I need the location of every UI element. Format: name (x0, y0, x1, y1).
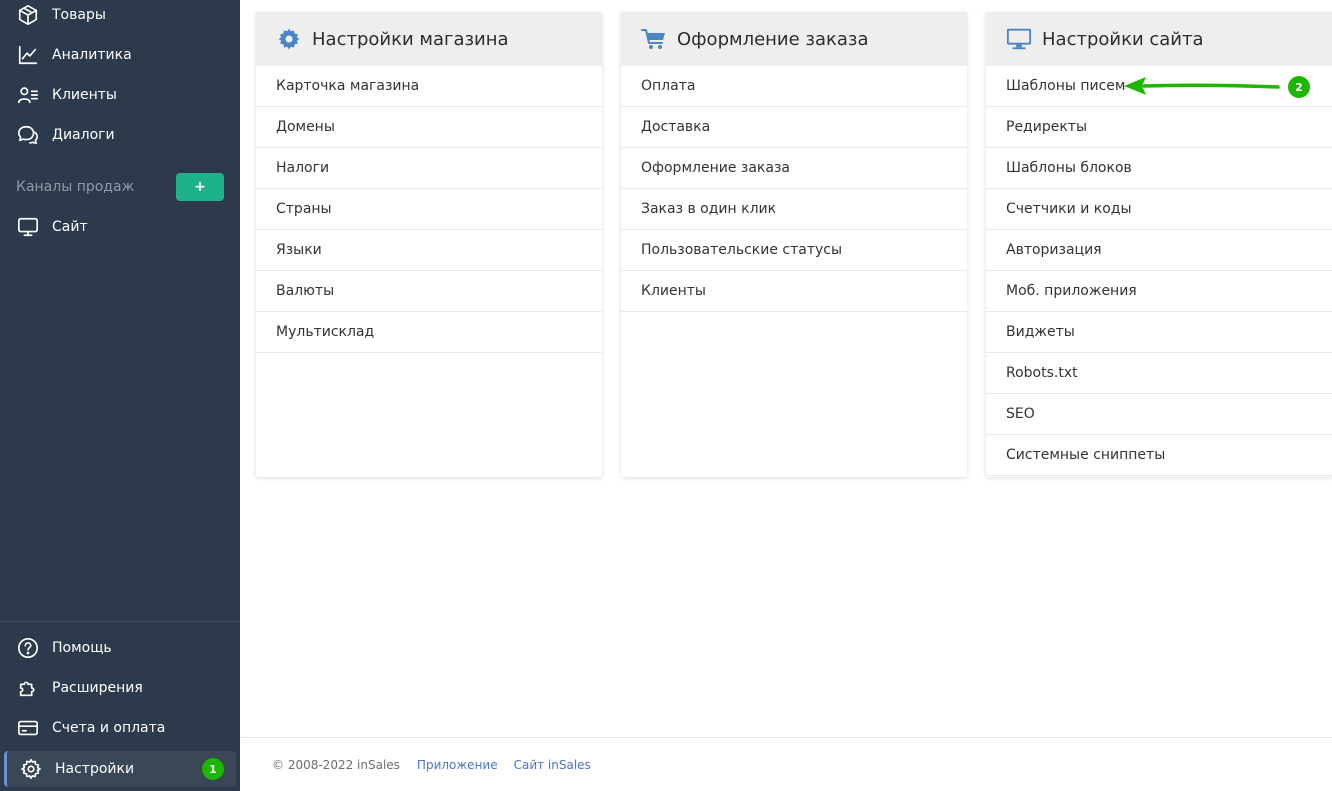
nav-label: Диалоги (52, 127, 115, 143)
monitor-icon (16, 215, 40, 239)
puzzle-icon (16, 676, 40, 700)
annotation-badge-2: 2 (1288, 76, 1310, 98)
nav-label: Сайт (52, 219, 88, 235)
card-header: Настройки сайта (986, 12, 1332, 66)
sidebar-divider (0, 621, 240, 622)
card-header: Настройки магазина (256, 12, 602, 66)
nav-item-analytics[interactable]: Аналитика (0, 35, 240, 75)
nav-item-billing[interactable]: Счета и оплата (0, 708, 240, 748)
settings-link-robots[interactable]: Robots.txt (986, 353, 1332, 394)
sales-channels-header: Каналы продаж + (0, 172, 240, 202)
gear-icon (19, 757, 43, 781)
add-channel-button[interactable]: + (176, 173, 224, 201)
settings-link-redirects[interactable]: Редиректы (986, 107, 1332, 148)
checkout-settings-card: Оформление заказа Оплата Доставка Оформл… (621, 12, 967, 477)
nav-label: Счета и оплата (52, 720, 166, 736)
settings-main: Настройки магазина Карточка магазина Дом… (240, 0, 1332, 791)
monitor-icon (1006, 26, 1032, 52)
nav-item-dialogs[interactable]: Диалоги (0, 115, 240, 155)
chat-icon (16, 123, 40, 147)
card-title: Настройки сайта (1042, 28, 1204, 50)
settings-link-domains[interactable]: Домены (256, 107, 602, 148)
card-header: Оформление заказа (621, 12, 967, 66)
card-title: Оформление заказа (677, 28, 869, 50)
chart-line-icon (16, 43, 40, 67)
settings-link-clients[interactable]: Клиенты (621, 271, 967, 312)
settings-link-languages[interactable]: Языки (256, 230, 602, 271)
settings-link-delivery[interactable]: Доставка (621, 107, 967, 148)
nav-item-help[interactable]: Помощь (0, 628, 240, 668)
nav-label: Помощь (52, 640, 112, 656)
cart-icon (641, 26, 667, 52)
nav-label: Товары (52, 7, 106, 23)
settings-link-seo[interactable]: SEO (986, 394, 1332, 435)
copyright: © 2008-2022 inSales (272, 757, 400, 772)
settings-link-multistock[interactable]: Мультисклад (256, 312, 602, 353)
nav-item-site[interactable]: Сайт (0, 207, 240, 247)
nav-label: Расширения (52, 680, 143, 696)
annotation-badge-1: 1 (202, 758, 224, 780)
nav-label: Аналитика (52, 47, 132, 63)
settings-link-system-snippets[interactable]: Системные сниппеты (986, 435, 1332, 476)
footer: © 2008-2022 inSales Приложение Сайт inSa… (240, 737, 1332, 791)
card-title: Настройки магазина (312, 28, 509, 50)
settings-link-currencies[interactable]: Валюты (256, 271, 602, 312)
settings-link-taxes[interactable]: Налоги (256, 148, 602, 189)
help-icon (16, 636, 40, 660)
settings-link-payment[interactable]: Оплата (621, 66, 967, 107)
settings-list: Оплата Доставка Оформление заказа Заказ … (621, 66, 967, 312)
settings-link-checkout[interactable]: Оформление заказа (621, 148, 967, 189)
settings-link-store-card[interactable]: Карточка магазина (256, 66, 602, 107)
footer-link-insales-site[interactable]: Сайт inSales (514, 758, 591, 772)
settings-link-authorization[interactable]: Авторизация (986, 230, 1332, 271)
settings-link-mobile-apps[interactable]: Моб. приложения (986, 271, 1332, 312)
gear-icon (276, 26, 302, 52)
card-icon (16, 716, 40, 740)
settings-link-counters-codes[interactable]: Счетчики и коды (986, 189, 1332, 230)
settings-list: Карточка магазина Домены Налоги Страны Я… (256, 66, 602, 353)
nav-item-settings[interactable]: Настройки 1 (4, 751, 236, 787)
channels-label: Каналы продаж (16, 179, 135, 195)
settings-link-block-templates[interactable]: Шаблоны блоков (986, 148, 1332, 189)
footer-link-app[interactable]: Приложение (417, 758, 498, 772)
clients-icon (16, 83, 40, 107)
settings-link-countries[interactable]: Страны (256, 189, 602, 230)
settings-link-one-click-order[interactable]: Заказ в один клик (621, 189, 967, 230)
settings-list: Шаблоны писем Редиректы Шаблоны блоков С… (986, 66, 1332, 476)
store-settings-card: Настройки магазина Карточка магазина Дом… (256, 12, 602, 477)
sidebar: Товары Аналитика Клиенты Диалоги Каналы … (0, 0, 240, 791)
box-icon (16, 3, 40, 27)
settings-link-widgets[interactable]: Виджеты (986, 312, 1332, 353)
nav-label: Клиенты (52, 87, 117, 103)
nav-item-products[interactable]: Товары (0, 0, 240, 35)
nav-item-extensions[interactable]: Расширения (0, 668, 240, 708)
nav-item-clients[interactable]: Клиенты (0, 75, 240, 115)
nav-label: Настройки (55, 761, 135, 777)
settings-link-custom-statuses[interactable]: Пользовательские статусы (621, 230, 967, 271)
